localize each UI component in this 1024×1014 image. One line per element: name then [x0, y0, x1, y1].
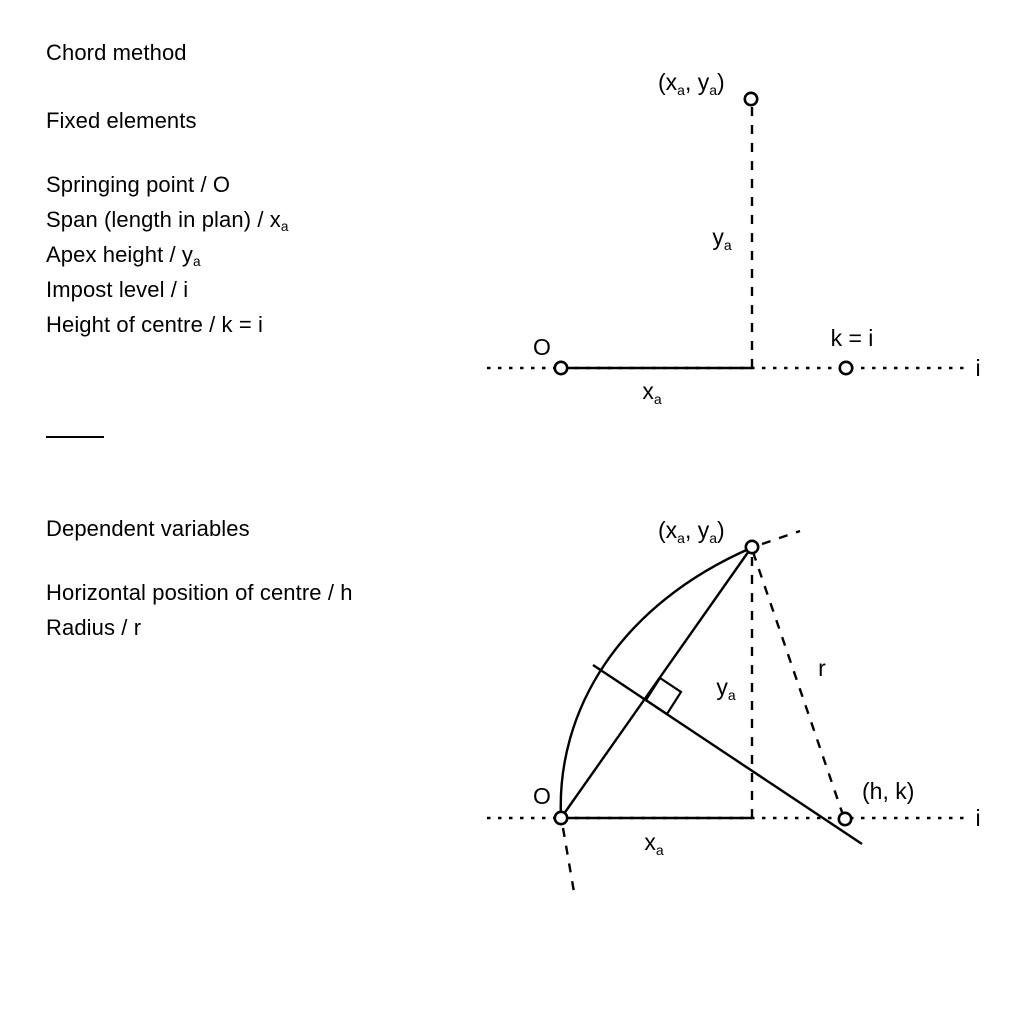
span-symbol: x [644, 829, 656, 855]
list-item-label: Horizontal position of centre / h [46, 580, 353, 605]
list-item: Height of centre / k = i [46, 309, 466, 344]
list-item-label: Radius / r [46, 615, 142, 640]
span-label: xa [644, 829, 664, 858]
springing-normal-line [561, 827, 576, 893]
apex-height-label: ya [712, 224, 732, 253]
list-item: Radius / r [46, 612, 506, 647]
apex-coord-mid: , y [685, 517, 710, 543]
apex-coordinate-label: (xa, ya) [658, 69, 725, 98]
apex-coord-open: (x [658, 517, 678, 543]
springing-point-marker [553, 360, 569, 376]
fixed-elements-diagram: (xa, ya) O ya xa k = i i [470, 50, 1015, 410]
apex-coord-sub-x: a [677, 530, 685, 546]
dependent-variables-heading: Dependent variables [46, 516, 250, 541]
radius-label: r [818, 655, 826, 681]
apex-point-marker [744, 539, 760, 555]
list-item-label: Apex height / y [46, 242, 194, 267]
list-item-subscript: a [280, 219, 289, 235]
apex-height-label: ya [716, 674, 736, 703]
dependent-variables-list: Horizontal position of centre / h Radius… [46, 577, 506, 647]
springing-point-marker [553, 810, 569, 826]
section-divider [46, 436, 104, 438]
list-item: Impost level / i [46, 274, 466, 309]
apex-coord-mid: , y [685, 69, 710, 95]
impost-level-label: i [975, 805, 980, 831]
centre-height-label: k = i [831, 325, 874, 351]
centre-coordinate-label: (h, k) [862, 778, 914, 804]
list-item: Springing point / O [46, 169, 466, 204]
centre-point-marker [838, 360, 854, 376]
span-subscript: a [654, 391, 662, 407]
centre-point-marker [837, 811, 853, 827]
apex-height-subscript: a [728, 687, 736, 703]
page-title: Chord method [46, 40, 187, 65]
apex-point-marker [743, 91, 759, 107]
span-symbol: x [642, 378, 654, 404]
apex-coord-sub-y: a [709, 530, 717, 546]
apex-height-subscript: a [724, 237, 732, 253]
radius-line [751, 551, 846, 819]
list-item-label: Impost level / i [46, 277, 189, 302]
fixed-elements-list: Springing point / O Span (length in plan… [46, 169, 466, 344]
apex-coord-close: ) [717, 69, 725, 95]
list-item-label: Height of centre / k = i [46, 312, 264, 337]
span-label: xa [642, 378, 662, 407]
apex-coord-open: (x [658, 69, 678, 95]
apex-coord-sub-x: a [677, 82, 685, 98]
span-subscript: a [656, 842, 664, 858]
list-item: Apex height / ya [46, 239, 466, 274]
right-angle-marker [644, 676, 683, 716]
list-item-label: Span (length in plan) / x [46, 207, 281, 232]
impost-level-label: i [975, 355, 980, 381]
apex-height-symbol: y [712, 224, 724, 250]
origin-label: O [533, 334, 551, 360]
list-item: Span (length in plan) / xa [46, 204, 466, 239]
apex-coord-close: ) [717, 517, 725, 543]
origin-label: O [533, 783, 551, 809]
apex-coordinate-label: (xa, ya) [658, 517, 725, 546]
fixed-elements-heading: Fixed elements [46, 108, 197, 133]
list-item: Horizontal position of centre / h [46, 577, 506, 612]
apex-tangent-line [761, 529, 801, 546]
fixed-elements-text-block: Chord method Fixed elements Springing po… [46, 36, 466, 344]
dependent-variables-text-block: Dependent variables Horizontal position … [46, 512, 506, 647]
apex-coord-sub-y: a [709, 82, 717, 98]
page-canvas: Chord method Fixed elements Springing po… [0, 0, 1024, 1014]
list-item-subscript: a [193, 254, 201, 270]
apex-height-symbol: y [716, 674, 728, 700]
dependent-variables-diagram: (xa, ya) O ya xa r (h, k) i [470, 500, 1015, 910]
list-item-label: Springing point / O [46, 172, 231, 197]
